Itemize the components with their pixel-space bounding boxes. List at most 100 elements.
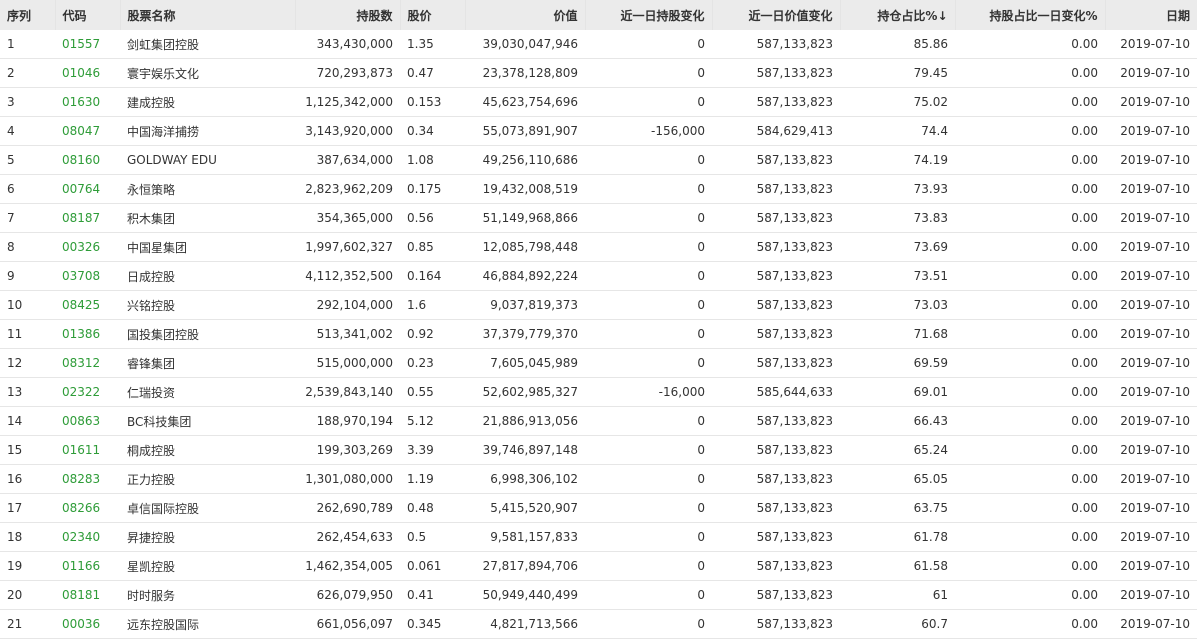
cell-shares: 1,125,342,000 [295, 87, 400, 117]
cell-code-link[interactable]: 00863 [55, 406, 120, 436]
cell-code-link[interactable]: 02322 [55, 377, 120, 407]
cell-value-change: 587,133,823 [712, 30, 840, 59]
cell-date: 2019-07-10 [1105, 493, 1197, 523]
cell-code-link[interactable]: 03708 [55, 261, 120, 291]
cell-price: 0.164 [400, 261, 465, 291]
header-value-change[interactable]: 近一日价值变化 [712, 0, 841, 30]
cell-code-link[interactable]: 08283 [55, 464, 120, 494]
cell-date: 2019-07-10 [1105, 377, 1197, 407]
header-hold-pct[interactable]: 持仓占比%↓ [840, 0, 956, 30]
cell-seq: 2 [0, 58, 55, 88]
cell-share-change: 0 [585, 348, 712, 378]
cell-name: 寰宇娱乐文化 [120, 58, 295, 88]
cell-hold-pct: 63.75 [840, 493, 955, 523]
cell-code-link[interactable]: 08425 [55, 290, 120, 320]
cell-code-link[interactable]: 08312 [55, 348, 120, 378]
cell-pct-change: 0.00 [955, 522, 1105, 552]
cell-shares: 1,997,602,327 [295, 232, 400, 262]
cell-value: 6,998,306,102 [465, 464, 585, 494]
cell-code-link[interactable]: 08266 [55, 493, 120, 523]
cell-shares: 720,293,873 [295, 58, 400, 88]
cell-value: 45,623,754,696 [465, 87, 585, 117]
header-name[interactable]: 股票名称 [120, 0, 296, 30]
cell-seq: 13 [0, 377, 55, 407]
cell-code-link[interactable]: 08187 [55, 203, 120, 233]
header-value[interactable]: 价值 [465, 0, 586, 30]
cell-code-link[interactable]: 00764 [55, 174, 120, 204]
cell-code-link[interactable]: 01046 [55, 58, 120, 88]
cell-name: 永恒策略 [120, 174, 295, 204]
cell-pct-change: 0.00 [955, 30, 1105, 59]
cell-code-link[interactable]: 01557 [55, 30, 120, 59]
cell-seq: 1 [0, 30, 55, 59]
cell-value-change: 587,133,823 [712, 174, 840, 204]
cell-pct-change: 0.00 [955, 580, 1105, 610]
cell-shares: 513,341,002 [295, 319, 400, 349]
table-row: 8 00326 中国星集团 1,997,602,327 0.85 12,085,798,4… [0, 232, 1197, 262]
cell-value: 51,149,968,866 [465, 203, 585, 233]
cell-pct-change: 0.00 [955, 58, 1105, 88]
table-row: 19 01166 星凯控股 1,462,354,005 0.061 27,817,894,… [0, 551, 1197, 581]
header-seq[interactable]: 序列 [0, 0, 56, 30]
cell-value-change: 587,133,823 [712, 609, 840, 639]
cell-seq: 21 [0, 609, 55, 639]
header-share-change[interactable]: 近一日持股变化 [585, 0, 713, 30]
cell-share-change: 0 [585, 580, 712, 610]
cell-seq: 4 [0, 116, 55, 146]
header-code[interactable]: 代码 [55, 0, 121, 30]
cell-shares: 387,634,000 [295, 145, 400, 175]
holdings-table: 序列 代码 股票名称 持股数 股价 价值 近一日持股变化 近一日价值变化 持仓占… [0, 0, 1197, 639]
cell-hold-pct: 65.24 [840, 435, 955, 465]
cell-value: 37,379,779,370 [465, 319, 585, 349]
cell-date: 2019-07-10 [1105, 30, 1197, 59]
cell-value: 9,037,819,373 [465, 290, 585, 320]
header-date[interactable]: 日期 [1105, 0, 1197, 30]
header-pct-change[interactable]: 持股占比一日变化% [955, 0, 1106, 30]
cell-value: 23,378,128,809 [465, 58, 585, 88]
cell-shares: 188,970,194 [295, 406, 400, 436]
cell-hold-pct: 61.78 [840, 522, 955, 552]
cell-code-link[interactable]: 01611 [55, 435, 120, 465]
cell-date: 2019-07-10 [1105, 116, 1197, 146]
cell-code-link[interactable]: 01630 [55, 87, 120, 117]
cell-name: 昇捷控股 [120, 522, 295, 552]
cell-date: 2019-07-10 [1105, 464, 1197, 494]
cell-price: 0.85 [400, 232, 465, 262]
cell-value-change: 587,133,823 [712, 406, 840, 436]
cell-name: 正力控股 [120, 464, 295, 494]
cell-hold-pct: 73.93 [840, 174, 955, 204]
cell-price: 0.345 [400, 609, 465, 639]
cell-pct-change: 0.00 [955, 435, 1105, 465]
table-row: 4 08047 中国海洋捕捞 3,143,920,000 0.34 55,073,891,… [0, 116, 1197, 146]
cell-code-link[interactable]: 00326 [55, 232, 120, 262]
cell-seq: 19 [0, 551, 55, 581]
cell-code-link[interactable]: 02340 [55, 522, 120, 552]
cell-value: 12,085,798,448 [465, 232, 585, 262]
cell-seq: 16 [0, 464, 55, 494]
cell-code-link[interactable]: 01166 [55, 551, 120, 581]
cell-value-change: 584,629,413 [712, 116, 840, 146]
table-row: 2 01046 寰宇娱乐文化 720,293,873 0.47 23,378,128,80… [0, 58, 1197, 88]
header-shares[interactable]: 持股数 [295, 0, 401, 30]
cell-pct-change: 0.00 [955, 406, 1105, 436]
cell-share-change: 0 [585, 145, 712, 175]
cell-name: 剑虹集团控股 [120, 30, 295, 59]
cell-pct-change: 0.00 [955, 116, 1105, 146]
cell-seq: 12 [0, 348, 55, 378]
cell-code-link[interactable]: 00036 [55, 609, 120, 639]
cell-code-link[interactable]: 08181 [55, 580, 120, 610]
header-price[interactable]: 股价 [400, 0, 466, 30]
cell-name: 中国星集团 [120, 232, 295, 262]
cell-code-link[interactable]: 01386 [55, 319, 120, 349]
cell-value: 7,605,045,989 [465, 348, 585, 378]
table-row: 14 00863 BC科技集团 188,970,194 5.12 21,886,913,0… [0, 406, 1197, 436]
cell-seq: 8 [0, 232, 55, 262]
cell-value: 27,817,894,706 [465, 551, 585, 581]
cell-code-link[interactable]: 08160 [55, 145, 120, 175]
cell-date: 2019-07-10 [1105, 261, 1197, 291]
table-row: 3 01630 建成控股 1,125,342,000 0.153 45,623,754,6… [0, 87, 1197, 117]
cell-code-link[interactable]: 08047 [55, 116, 120, 146]
cell-hold-pct: 75.02 [840, 87, 955, 117]
cell-hold-pct: 66.43 [840, 406, 955, 436]
cell-pct-change: 0.00 [955, 203, 1105, 233]
